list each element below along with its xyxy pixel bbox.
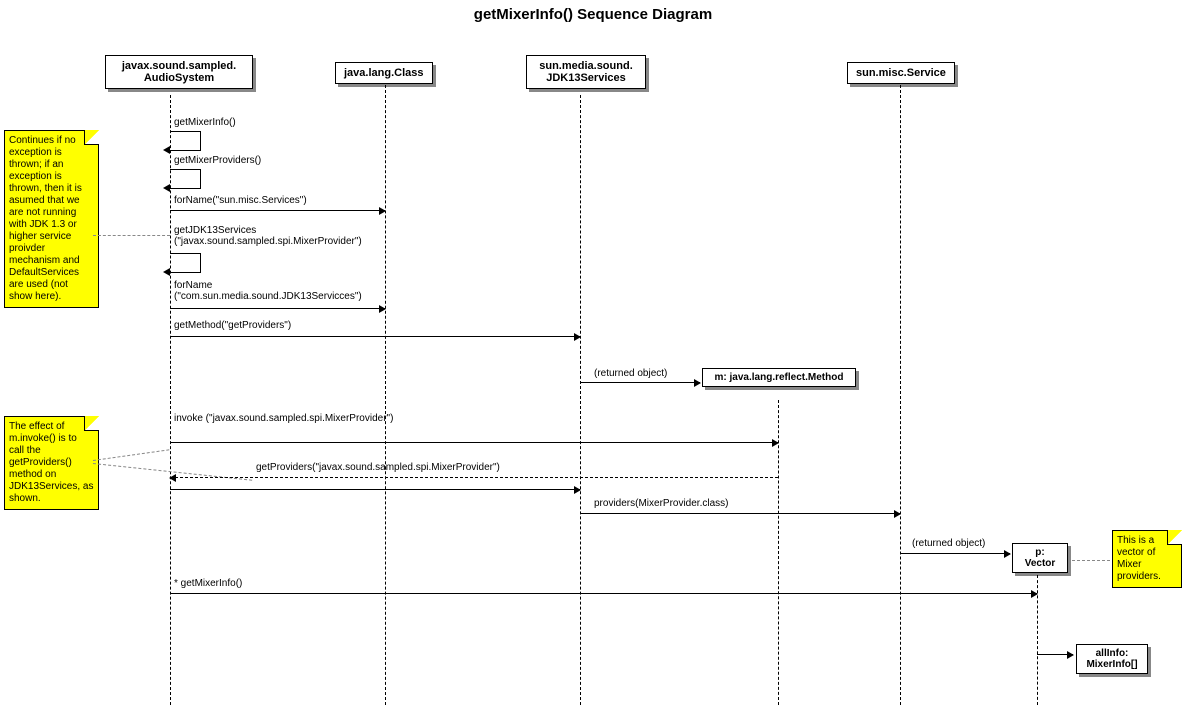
lifeline-line-service [900,85,901,705]
arrow-getproviders [170,489,580,490]
lifeline-jdk13: sun.media.sound. JDK13Services [526,55,646,89]
object-allinfo: allInfo: MixerInfo[] [1076,644,1148,674]
msg-forname1: forName("sun.misc.Services") [174,195,307,206]
note-link-1 [93,235,170,236]
lifeline-service: sun.misc.Service [847,62,955,84]
lifeline-line-class [385,85,386,705]
sequence-diagram: getMixerInfo() Sequence Diagram javax.so… [0,0,1186,705]
note-invoke: The effect of m.invoke() is to call the … [4,416,99,510]
arrow-returned-p [900,553,1010,554]
note-vector: This is a vector of Mixer providers. [1112,530,1182,588]
self-arrow-1 [170,131,201,151]
self-arrow-2 [170,169,201,189]
arrow-returned-m [580,382,700,383]
msg-getmethod: getMethod("getProviders") [174,320,291,331]
lifeline-audiosystem: javax.sound.sampled. AudioSystem [105,55,253,89]
msg-invoke: invoke ("javax.sound.sampled.spi.MixerPr… [174,413,394,424]
msg-forname2: forName ("com.sun.media.sound.JDK13Servi… [174,280,389,302]
arrow-forname2 [170,308,385,309]
arrow-getproviders-back [170,477,778,478]
lifeline-line-jdk13 [580,95,581,705]
msg-getmixerproviders: getMixerProviders() [174,155,261,166]
lifeline-class: java.lang.Class [335,62,433,84]
diagram-title: getMixerInfo() Sequence Diagram [0,6,1186,23]
msg-providers: providers(MixerProvider.class) [594,498,728,509]
object-m: m: java.lang.reflect.Method [702,368,856,387]
arrow-providers [580,513,900,514]
arrow-star-getmixerinfo [170,593,1037,594]
arrow-forname1 [170,210,385,211]
self-arrow-3 [170,253,201,273]
arrow-getmethod [170,336,580,337]
note-link-2a [93,449,169,461]
msg-returned-m: (returned object) [594,368,667,379]
msg-returned-p: (returned object) [912,538,985,549]
msg-star-getmixerinfo: * getMixerInfo() [174,578,242,589]
object-p: p: Vector [1012,543,1068,573]
msg-getproviders: getProviders("javax.sound.sampled.spi.Mi… [256,462,500,473]
msg-getmixerinfo: getMixerInfo() [174,117,236,128]
arrow-allinfo [1037,654,1073,655]
arrow-invoke [170,442,778,443]
note-link-3 [1062,560,1110,561]
msg-getjdk13: getJDK13Services ("javax.sound.sampled.s… [174,225,384,247]
note-exception: Continues if no exception is thrown; if … [4,130,99,308]
